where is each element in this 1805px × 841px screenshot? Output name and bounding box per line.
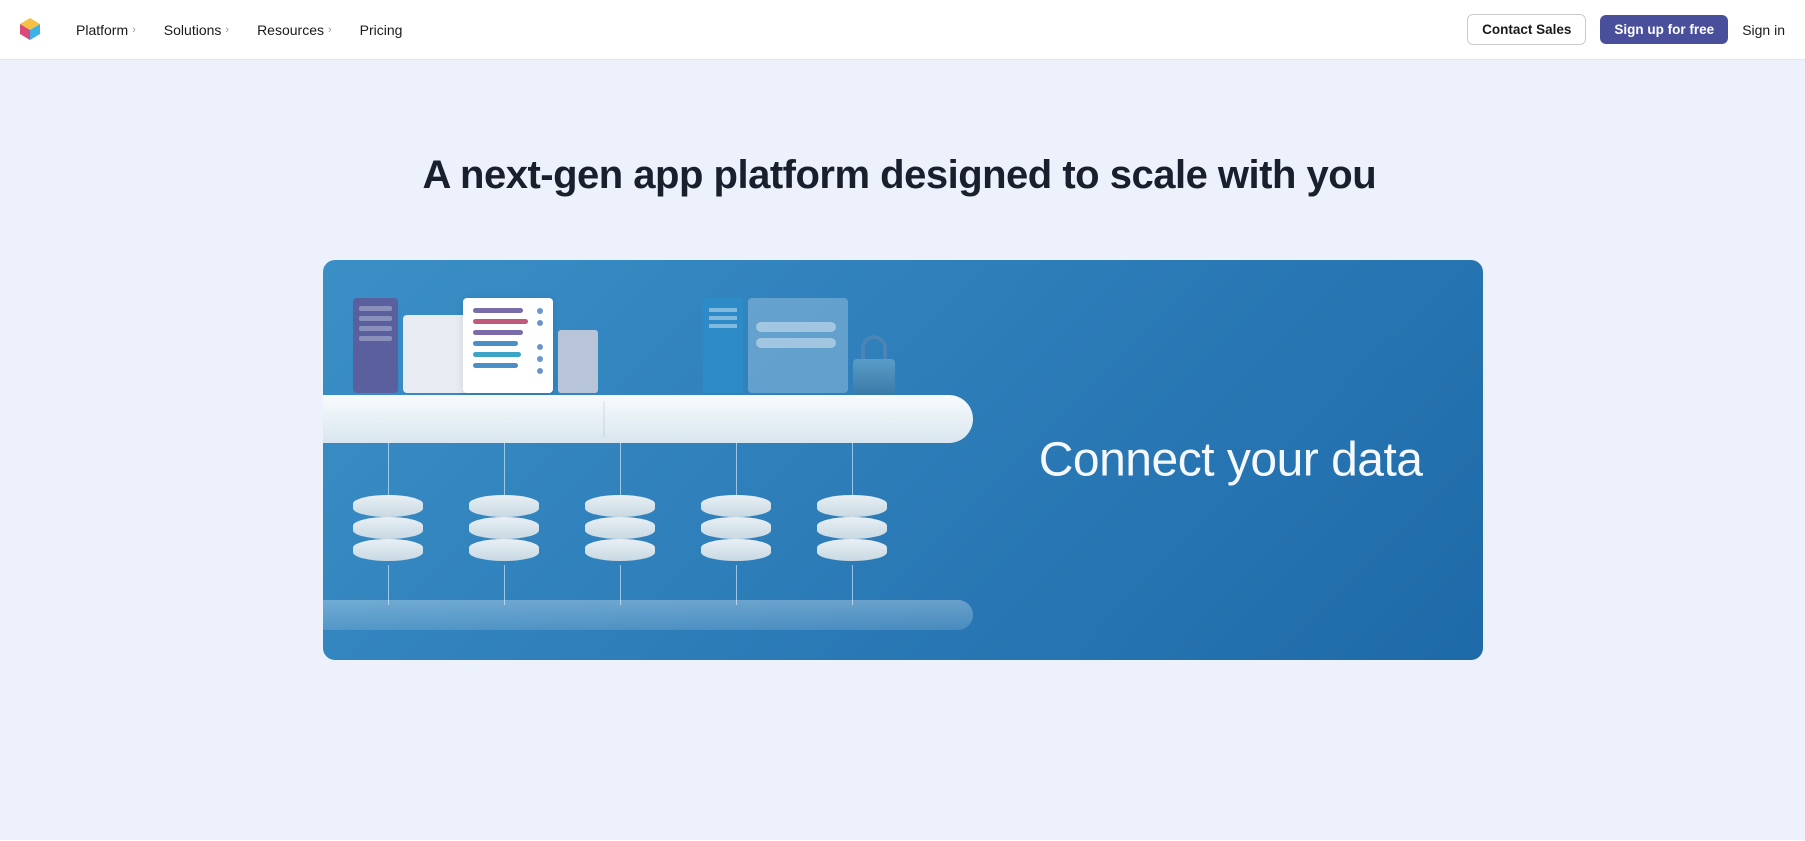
nav-items: Platform › Solutions › Resources › Prici… (76, 22, 402, 38)
database-icon (353, 495, 423, 565)
shelf-icon (323, 395, 973, 443)
chevron-right-icon: › (225, 24, 229, 36)
nav-label: Resources (257, 22, 324, 38)
sign-in-link[interactable]: Sign in (1742, 22, 1785, 38)
nav-item-platform[interactable]: Platform › (76, 22, 136, 38)
database-icon (469, 495, 539, 565)
nav-right: Contact Sales Sign up for free Sign in (1467, 14, 1785, 45)
feature-illustration (323, 260, 983, 660)
chevron-right-icon: › (328, 24, 332, 36)
contact-sales-button[interactable]: Contact Sales (1467, 14, 1586, 45)
lightblue-panel-icon (748, 298, 848, 393)
box-icon (558, 330, 598, 393)
brand-logo[interactable] (20, 18, 48, 42)
nav-item-resources[interactable]: Resources › (257, 22, 332, 38)
blue-panel-icon (703, 298, 743, 393)
database-icon (701, 495, 771, 565)
lock-icon (853, 335, 895, 393)
panel-icon (353, 298, 398, 393)
database-icon (585, 495, 655, 565)
feature-tagline: Connect your data (1039, 433, 1423, 488)
nav-label: Pricing (360, 22, 403, 38)
hero-section: A next-gen app platform designed to scal… (0, 60, 1805, 840)
shelf-bottom-icon (323, 600, 973, 630)
nav-left: Platform › Solutions › Resources › Prici… (20, 18, 402, 42)
nav-item-pricing[interactable]: Pricing (360, 22, 403, 38)
main-navbar: Platform › Solutions › Resources › Prici… (0, 0, 1805, 60)
hero-content: A next-gen app platform designed to scal… (303, 150, 1503, 660)
nav-label: Platform (76, 22, 128, 38)
database-icon (817, 495, 887, 565)
document-icon (463, 298, 553, 393)
hero-title: A next-gen app platform designed to scal… (423, 150, 1483, 200)
chevron-right-icon: › (132, 24, 136, 36)
database-row (353, 495, 887, 565)
sign-up-button[interactable]: Sign up for free (1600, 15, 1728, 44)
nav-item-solutions[interactable]: Solutions › (164, 22, 229, 38)
nav-label: Solutions (164, 22, 222, 38)
feature-card: Connect your data (323, 260, 1483, 660)
